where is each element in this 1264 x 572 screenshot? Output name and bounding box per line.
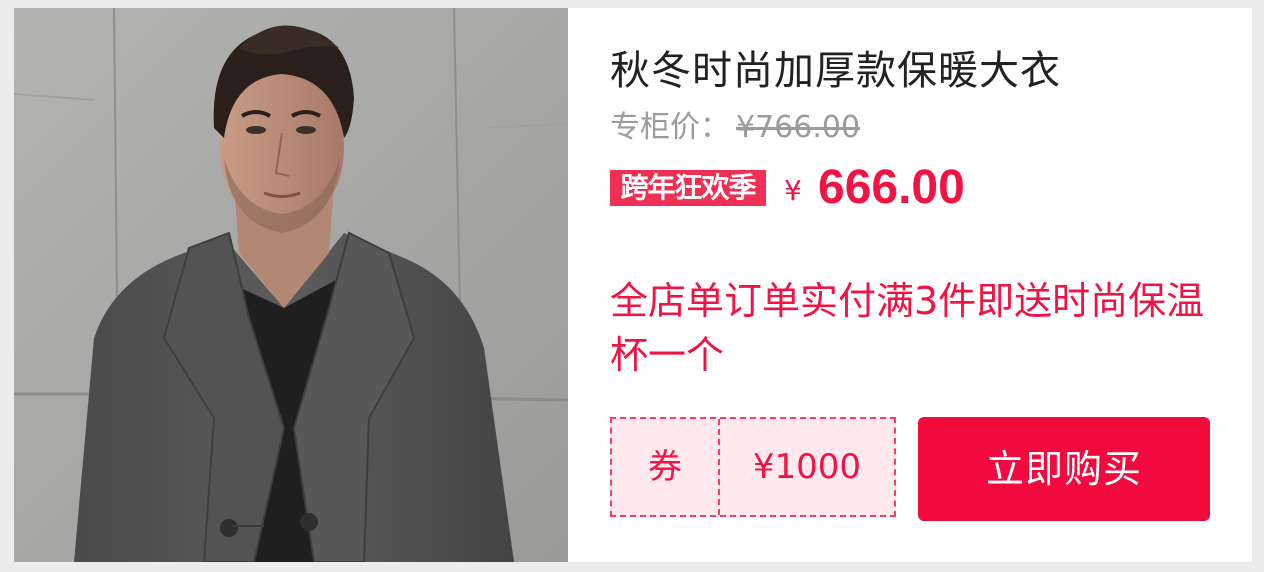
coupon-label: 券 [612,419,720,515]
promo-badge: 跨年狂欢季 [610,170,766,206]
product-title[interactable]: 秋冬时尚加厚款保暖大衣 [610,46,1061,96]
sale-price: 666.00 [818,161,965,214]
currency-symbol: ¥ [784,174,802,207]
product-card[interactable]: 秋冬时尚加厚款保暖大衣 专柜价： ¥766.00 跨年狂欢季 ¥ 666.00 全… [14,8,1252,562]
original-price-row: 专柜价： ¥766.00 [610,108,860,148]
original-price-label: 专柜价： [610,110,730,145]
coupon[interactable]: 券 ¥1000 [610,417,896,517]
product-image[interactable] [14,8,568,562]
coupon-value: ¥1000 [752,447,862,487]
promotion-text: 全店单订单实付满3件即送时尚保温杯一个 [610,279,1205,377]
product-info: 秋冬时尚加厚款保暖大衣 专柜价： ¥766.00 跨年狂欢季 ¥ 666.00 全… [610,8,1230,562]
product-photo-illustration [14,8,568,562]
original-price: ¥766.00 [736,110,861,145]
buy-now-button[interactable]: 立即购买 [918,417,1210,521]
